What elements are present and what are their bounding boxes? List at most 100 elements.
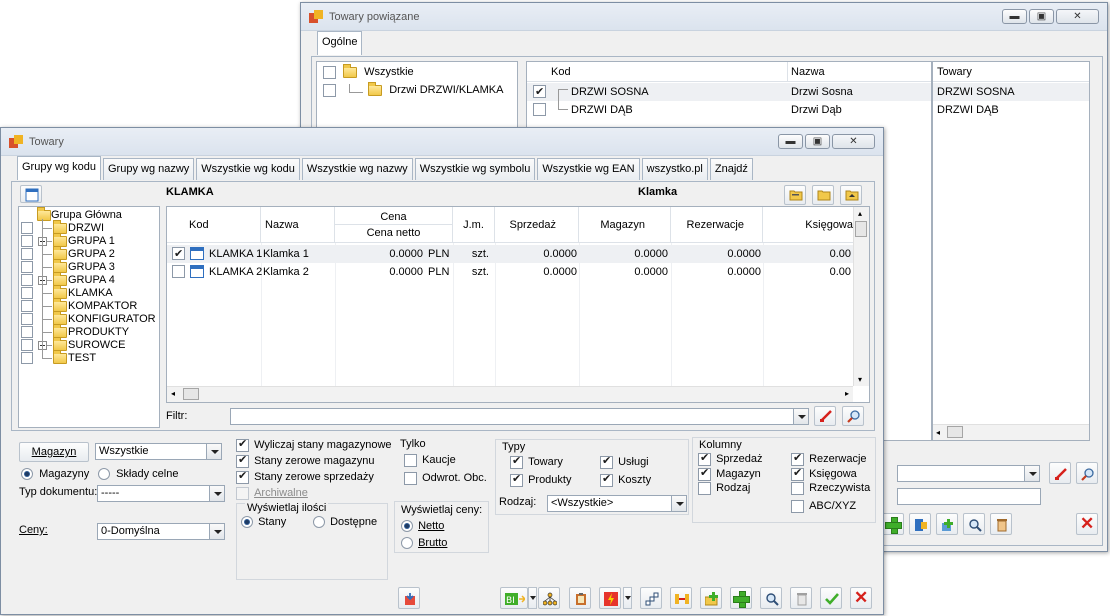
- tree-checkbox[interactable]: [21, 235, 33, 247]
- col-kod[interactable]: Kod: [167, 207, 261, 243]
- col-cena-netto[interactable]: Cena netto: [335, 225, 452, 242]
- table-row[interactable]: KLAMKA 1 Klamka 1 0.0000 PLN szt. 0.0000…: [167, 245, 853, 263]
- col-sprzedaz[interactable]: Sprzedaż: [495, 207, 579, 243]
- checkbox[interactable]: [791, 482, 804, 495]
- close-button[interactable]: ✕: [1056, 9, 1099, 24]
- checkbox[interactable]: [600, 454, 613, 469]
- row-checkbox[interactable]: [533, 83, 546, 101]
- list-item[interactable]: DRZWI SOSNA: [933, 83, 1089, 101]
- opt-odwrot-obc[interactable]: Odwrot. Obc.: [404, 472, 487, 485]
- col-opt-abc-xyz[interactable]: ABC/XYZ: [791, 500, 856, 513]
- ceny-select[interactable]: 0-Domyślna: [97, 523, 225, 540]
- vertical-scrollbar[interactable]: ▴ ▾: [853, 207, 869, 386]
- chevron-down-icon[interactable]: [209, 524, 224, 539]
- col-opt-rzeczywista[interactable]: Rzeczywista: [791, 482, 870, 495]
- scroll-thumb[interactable]: [855, 221, 867, 237]
- row-checkbox[interactable]: [533, 103, 546, 116]
- checkbox[interactable]: [236, 487, 249, 500]
- checkbox[interactable]: [510, 472, 523, 487]
- tree-checkbox[interactable]: [21, 313, 33, 325]
- confirm-button[interactable]: [820, 587, 842, 609]
- tree-checkbox[interactable]: [21, 326, 33, 338]
- related-filter-combo[interactable]: [897, 465, 1040, 482]
- opt-kaucje[interactable]: Kaucje: [404, 454, 456, 467]
- col-opt-ksiegowa[interactable]: Księgowa: [791, 466, 857, 481]
- radio-dostepne[interactable]: Dostępne: [313, 516, 377, 529]
- products-titlebar[interactable]: Towary ▬ ▣ ✕: [1, 128, 883, 156]
- chevron-down-icon[interactable]: [209, 486, 224, 501]
- minimize-button[interactable]: ▬: [1002, 9, 1027, 24]
- tab-ogolne[interactable]: Ogólne: [317, 31, 363, 55]
- close-button[interactable]: ✕: [832, 134, 875, 149]
- col-opt-rezerwacje[interactable]: Rezerwacje: [791, 451, 867, 466]
- add-subitem-button[interactable]: [936, 513, 958, 535]
- opt-archiwalne[interactable]: Archiwalne: [236, 487, 308, 500]
- attach-button[interactable]: [909, 513, 931, 535]
- col-towary[interactable]: Towary: [937, 66, 972, 78]
- tree-checkbox[interactable]: [21, 352, 33, 364]
- related-products-titlebar[interactable]: Towary powiązane ▬ ▣ ✕: [301, 3, 1107, 31]
- minimize-button[interactable]: ▬: [778, 134, 803, 149]
- checkbox[interactable]: [791, 451, 804, 466]
- add-button[interactable]: [882, 513, 904, 535]
- opt-zerowe-magazynu[interactable]: Stany zerowe magazynu: [236, 453, 375, 468]
- radio-netto[interactable]: Netto: [401, 520, 444, 533]
- col-cena[interactable]: Cena: [335, 209, 452, 225]
- col-rezerwacje[interactable]: Rezerwacje: [671, 207, 763, 243]
- merge-button[interactable]: [670, 587, 692, 609]
- clear-filter-button[interactable]: [814, 406, 836, 426]
- radio-magazyny[interactable]: Magazyny: [21, 468, 89, 481]
- col-opt-sprzedaz[interactable]: Sprzedaż: [698, 451, 763, 466]
- tab-grupy-wg-nazwy[interactable]: Grupy wg nazwy: [102, 158, 195, 180]
- col-opt-rodzaj[interactable]: Rodzaj: [698, 482, 750, 495]
- filter-combo[interactable]: [230, 408, 809, 425]
- cancel-button[interactable]: ✕: [850, 587, 872, 609]
- bi-button[interactable]: BI: [500, 587, 528, 609]
- delete-button[interactable]: [790, 587, 812, 609]
- maximize-button[interactable]: ▣: [1029, 9, 1054, 24]
- opt-uslugi[interactable]: Usługi: [600, 454, 649, 469]
- preview-button[interactable]: [760, 587, 782, 609]
- typ-dokumentu-select[interactable]: -----: [97, 485, 225, 502]
- tab-znajdz[interactable]: Znajdź: [709, 158, 753, 180]
- import-button[interactable]: [398, 587, 420, 609]
- tree-checkbox[interactable]: [21, 300, 33, 312]
- radio-button[interactable]: [21, 468, 33, 481]
- delete-button[interactable]: [990, 513, 1012, 535]
- tab-grupy-wg-kodu[interactable]: Grupy wg kodu: [17, 156, 101, 180]
- table-row[interactable]: KLAMKA 2 Klamka 2 0.0000 PLN szt. 0.0000…: [167, 263, 853, 281]
- folder-button[interactable]: [812, 185, 834, 205]
- tree-item-drzwi[interactable]: Drzwi DRZWI/KLAMKA: [323, 82, 503, 97]
- tree-checkbox[interactable]: [21, 339, 33, 351]
- checkbox[interactable]: [404, 454, 417, 467]
- list-item[interactable]: DRZWI DĄB: [933, 101, 1089, 119]
- folder-open-button[interactable]: [784, 185, 806, 205]
- col-jm[interactable]: J.m.: [453, 207, 495, 243]
- rodzaj-select[interactable]: <Wszystkie>: [547, 495, 687, 512]
- add-button[interactable]: [730, 587, 752, 609]
- chevron-down-icon[interactable]: [206, 444, 221, 459]
- opt-koszty[interactable]: Koszty: [600, 472, 651, 487]
- maximize-button[interactable]: ▣: [805, 134, 830, 149]
- col-opt-magazyn[interactable]: Magazyn: [698, 466, 761, 481]
- toggle-tree-button[interactable]: [20, 185, 42, 203]
- tree-item-wszystkie[interactable]: Wszystkie: [323, 64, 414, 79]
- tab-wszystkie-wg-ean[interactable]: Wszystkie wg EAN: [537, 158, 640, 180]
- tree-checkbox[interactable]: [21, 222, 33, 234]
- tree-checkbox[interactable]: [323, 66, 336, 79]
- magazyn-select[interactable]: Wszystkie: [95, 443, 222, 460]
- checkbox[interactable]: [698, 451, 711, 466]
- sequence-button[interactable]: [640, 587, 662, 609]
- checkbox[interactable]: [791, 466, 804, 481]
- chevron-down-icon[interactable]: [793, 409, 808, 424]
- filter-search-button[interactable]: [842, 406, 864, 426]
- radio-stany[interactable]: Stany: [241, 516, 286, 529]
- clipboard-button[interactable]: [569, 587, 591, 609]
- radio-sklady-celne[interactable]: Składy celne: [98, 468, 178, 481]
- checkbox[interactable]: [236, 453, 249, 468]
- horizontal-scrollbar[interactable]: ◂ ▸: [167, 386, 853, 402]
- checkbox[interactable]: [791, 500, 804, 513]
- action-dropdown[interactable]: [623, 587, 632, 609]
- radio-button[interactable]: [241, 516, 253, 529]
- horizontal-scrollbar[interactable]: ◂: [933, 424, 1089, 440]
